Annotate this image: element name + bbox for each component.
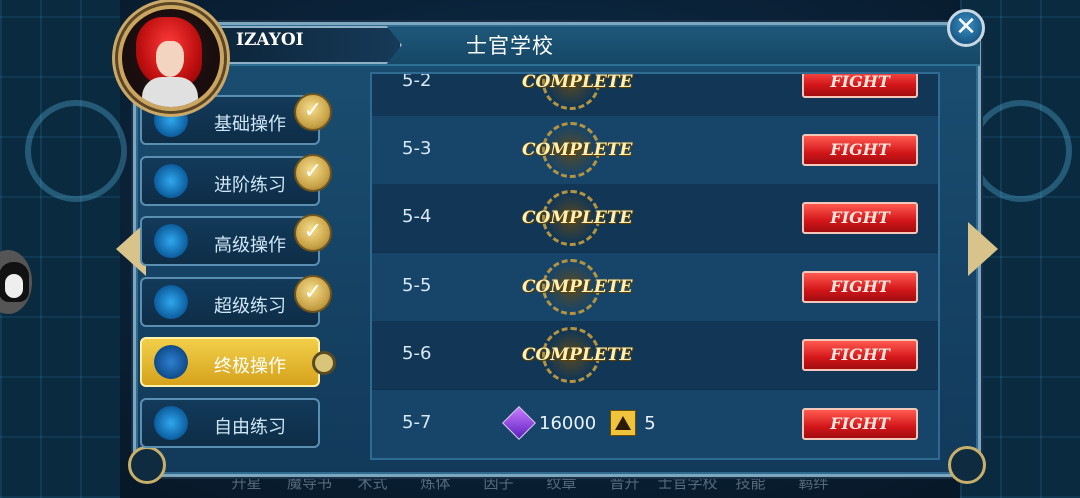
- menu-item-label: 进阶练习: [214, 174, 286, 196]
- menu-item-label: 自由练习: [214, 416, 286, 438]
- level-list[interactable]: 5-2 COMPLETE FIGHT 5-3 COMPLETE FIGHT 5-…: [370, 72, 940, 460]
- complete-label: COMPLETE: [522, 72, 633, 92]
- bg-circle-right: [970, 100, 1072, 202]
- complete-label: COMPLETE: [522, 140, 633, 160]
- menu-item-label: 超级练习: [214, 295, 286, 317]
- page-title: 士官学校: [466, 34, 554, 58]
- advanced-practice-icon: [154, 163, 188, 198]
- level-row: 5-4 COMPLETE FIGHT: [372, 184, 938, 252]
- level-row: 5-6 COMPLETE FIGHT: [372, 321, 938, 389]
- menu-item-super-practice[interactable]: 超级练习 ✓: [140, 274, 332, 327]
- menu-item-expert-ops[interactable]: 高级操作 ✓: [140, 214, 332, 266]
- avatar-face: [156, 41, 184, 77]
- super-practice-icon: [154, 284, 188, 319]
- complete-stamp: COMPLETE: [522, 190, 633, 246]
- close-icon[interactable]: ✕: [947, 9, 985, 47]
- complete-label: COMPLETE: [522, 277, 633, 297]
- menu-item-advanced-practice[interactable]: 进阶练习 ✓: [140, 153, 332, 206]
- avatar[interactable]: [118, 5, 224, 111]
- fight-button[interactable]: FIGHT: [802, 74, 918, 98]
- fight-button[interactable]: FIGHT: [802, 202, 918, 234]
- bg-circle-left: [25, 100, 127, 202]
- complete-stamp: COMPLETE: [522, 72, 633, 110]
- level-id: 5-2: [402, 72, 432, 91]
- triangle-glyph: [615, 416, 632, 430]
- arrow-right-icon[interactable]: [968, 222, 998, 276]
- level-id: 5-6: [402, 343, 432, 364]
- complete-stamp: COMPLETE: [522, 122, 633, 178]
- fight-button[interactable]: FIGHT: [802, 408, 918, 440]
- corner-ornament-bottom-right: [948, 446, 986, 484]
- penguin-belly: [5, 274, 23, 298]
- avatar-outfit: [142, 77, 198, 107]
- level-reward: 16000 5: [502, 406, 656, 440]
- selected-indicator-icon: [312, 351, 336, 375]
- check-badge-icon: ✓: [294, 214, 332, 252]
- reward-item-count: 5: [644, 412, 656, 434]
- menu-item-free-practice[interactable]: 自由练习: [140, 397, 320, 448]
- level-id: 5-5: [402, 275, 432, 296]
- penguin-body: [0, 262, 29, 302]
- complete-label: COMPLETE: [522, 345, 633, 365]
- reward-gem-count: 16000: [539, 412, 597, 434]
- check-badge-icon: ✓: [294, 274, 332, 313]
- purple-gem-icon: [502, 406, 536, 440]
- complete-stamp: COMPLETE: [522, 327, 633, 383]
- complete-stamp: COMPLETE: [522, 259, 633, 315]
- level-id: 5-4: [402, 206, 432, 227]
- ultimate-ops-icon: [154, 345, 188, 379]
- level-row: 5-3 COMPLETE FIGHT: [372, 116, 938, 184]
- fight-button[interactable]: FIGHT: [802, 271, 918, 303]
- complete-label: COMPLETE: [522, 208, 633, 228]
- player-name: IZAYOI: [236, 30, 304, 50]
- fight-button[interactable]: FIGHT: [802, 339, 918, 371]
- menu-item-label: 基础操作: [214, 114, 286, 135]
- free-practice-icon: [154, 405, 188, 440]
- level-row: 5-5 COMPLETE FIGHT: [372, 253, 938, 321]
- training-menu: 基础操作 ✓ 进阶练习 ✓ 高级操作 ✓ 超级练习 ✓ 终极操作 自由练习: [140, 93, 340, 458]
- triangle-token-icon: [610, 410, 637, 436]
- level-row: 5-2 COMPLETE FIGHT: [372, 72, 938, 116]
- check-badge-icon: ✓: [294, 153, 332, 192]
- menu-item-label: 高级操作: [214, 235, 286, 256]
- check-badge-icon: ✓: [294, 93, 332, 131]
- background-left-pattern: [0, 0, 127, 498]
- expert-ops-icon: [154, 224, 188, 258]
- menu-item-label: 终极操作: [214, 356, 286, 377]
- level-row: 5-7 16000 5 FIGHT: [372, 390, 938, 458]
- level-id: 5-3: [402, 138, 432, 159]
- menu-item-ultimate-ops[interactable]: 终极操作: [140, 337, 336, 387]
- fight-button[interactable]: FIGHT: [802, 134, 918, 166]
- level-id: 5-7: [402, 412, 432, 433]
